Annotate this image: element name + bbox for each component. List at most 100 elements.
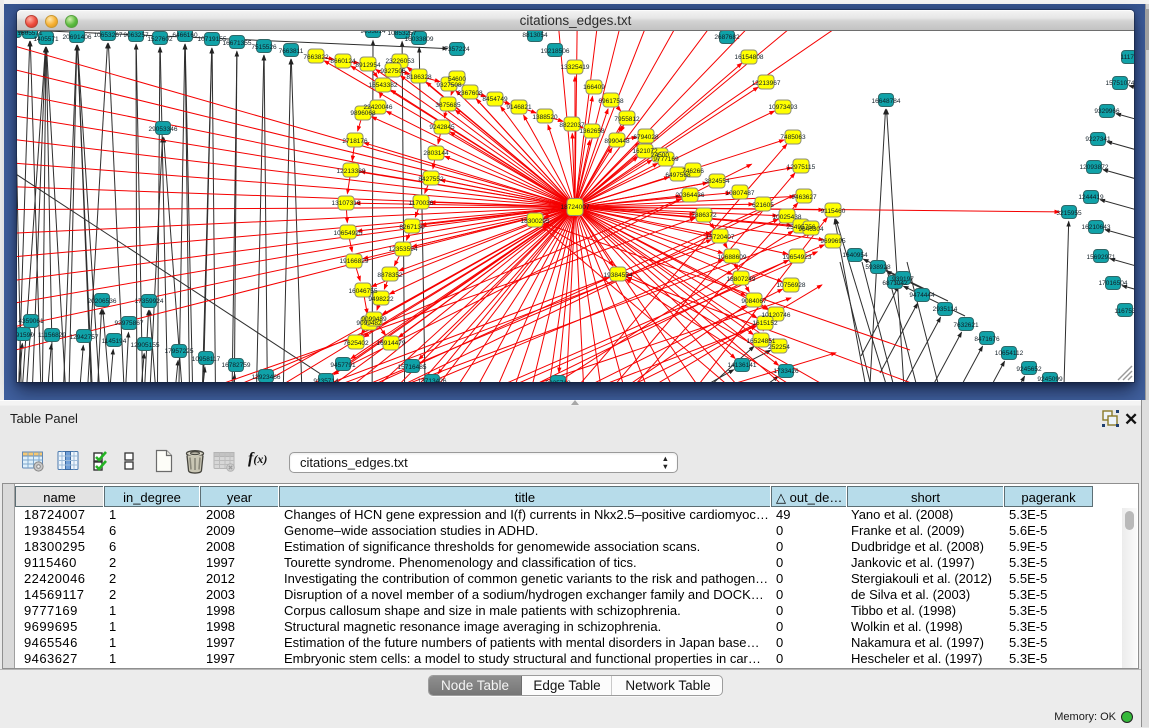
svg-text:1640954: 1640954 [842, 252, 868, 259]
svg-text:17359924: 17359924 [135, 298, 164, 305]
svg-text:16671355: 16671355 [223, 40, 252, 47]
svg-text:7625402: 7625402 [343, 340, 369, 347]
svg-text:9327508: 9327508 [436, 82, 462, 89]
svg-text:3824554: 3824554 [704, 178, 730, 185]
svg-text:12093872: 12093872 [1080, 164, 1109, 171]
svg-text:8186328: 8186328 [406, 74, 432, 81]
svg-text:16914479: 16914479 [377, 340, 406, 347]
svg-text:15751074: 15751074 [1106, 80, 1134, 87]
svg-text:2687682: 2687682 [714, 34, 740, 41]
svg-text:8813054: 8813054 [522, 32, 548, 39]
svg-text:10654925: 10654925 [334, 230, 363, 237]
svg-text:1244419: 1244419 [1078, 194, 1104, 201]
svg-text:13713426: 13713426 [418, 378, 447, 382]
svg-text:1733426: 1733426 [773, 368, 799, 375]
svg-text:7663822: 7663822 [303, 54, 329, 61]
svg-text:7886372: 7886372 [691, 212, 717, 219]
svg-text:19218506: 19218506 [541, 48, 570, 55]
svg-text:7632621: 7632621 [953, 322, 979, 329]
svg-text:391590: 391590 [17, 332, 34, 339]
svg-text:10807487: 10807487 [726, 190, 755, 197]
svg-text:9063257: 9063257 [123, 32, 149, 39]
svg-text:12942757: 12942757 [70, 334, 99, 341]
svg-text:6961758: 6961758 [598, 98, 624, 105]
svg-text:9099489: 9099489 [361, 316, 387, 323]
svg-text:116753: 116753 [1114, 308, 1134, 315]
svg-text:9474444: 9474444 [909, 292, 935, 299]
svg-text:12353594: 12353594 [389, 246, 418, 253]
svg-text:9498222: 9498222 [368, 296, 394, 303]
svg-text:2367608: 2367608 [457, 90, 483, 97]
svg-text:746266: 746266 [682, 168, 704, 175]
svg-text:10973493: 10973493 [769, 104, 798, 111]
svg-text:9329966: 9329966 [1094, 108, 1120, 115]
svg-text:8454749: 8454749 [482, 96, 508, 103]
svg-text:939197: 939197 [892, 276, 914, 283]
svg-text:20364436: 20364436 [676, 192, 705, 199]
svg-text:8912954: 8912954 [355, 62, 381, 69]
svg-text:16648784: 16648784 [872, 98, 901, 105]
svg-text:16154808: 16154808 [735, 54, 764, 61]
svg-text:9235714: 9235714 [313, 378, 339, 382]
svg-text:8267130: 8267130 [399, 224, 425, 231]
svg-text:13107316: 13107316 [332, 200, 361, 207]
svg-text:1145194: 1145194 [102, 338, 127, 345]
svg-text:10025438: 10025438 [773, 214, 802, 221]
svg-text:1388520: 1388520 [532, 114, 558, 121]
svg-text:8471676: 8471676 [974, 336, 1000, 343]
svg-text:10654112: 10654112 [995, 350, 1024, 357]
svg-text:10958117: 10958117 [192, 356, 221, 363]
svg-text:9896068: 9896068 [350, 110, 376, 117]
svg-text:16210643: 16210643 [1082, 224, 1111, 231]
svg-text:6794028: 6794028 [633, 134, 659, 141]
svg-text:1405571: 1405571 [33, 36, 59, 43]
svg-text:16543382: 16543382 [369, 82, 398, 89]
svg-text:23226053: 23226053 [386, 58, 415, 65]
svg-text:9235718: 9235718 [545, 380, 571, 382]
svg-text:19166829: 19166829 [340, 258, 369, 265]
svg-text:17016504: 17016504 [1099, 280, 1128, 287]
svg-text:19384554: 19384554 [604, 272, 633, 279]
svg-text:15716485: 15716485 [398, 364, 427, 371]
svg-text:93975867: 93975867 [115, 320, 144, 327]
svg-text:7515526: 7515526 [251, 44, 277, 51]
svg-text:9646304: 9646304 [798, 226, 824, 233]
svg-text:7955812: 7955812 [614, 116, 640, 123]
svg-text:3875685: 3875685 [435, 102, 461, 109]
svg-text:10653267: 10653267 [94, 32, 123, 39]
svg-text:621605: 621605 [752, 202, 774, 209]
svg-text:3215955: 3215955 [1056, 210, 1082, 217]
svg-text:1615152: 1615152 [752, 320, 778, 327]
svg-text:9457791: 9457791 [330, 362, 356, 369]
svg-text:15692971: 15692971 [1087, 254, 1116, 261]
svg-text:5938928: 5938928 [865, 264, 891, 271]
svg-text:10756928: 10756928 [777, 282, 806, 289]
svg-text:8878352: 8878352 [377, 272, 403, 279]
svg-text:252254: 252254 [768, 344, 790, 351]
svg-text:19654923: 19654923 [783, 254, 812, 261]
svg-text:8990448: 8990448 [604, 138, 630, 145]
svg-text:16046755: 16046755 [349, 288, 378, 295]
svg-text:9084067: 9084067 [741, 298, 767, 305]
svg-text:12923466: 12923466 [252, 374, 281, 381]
svg-text:18300295: 18300295 [521, 218, 550, 225]
svg-text:18807249: 18807249 [727, 276, 756, 283]
svg-text:12905155: 12905155 [131, 342, 160, 349]
svg-text:9242845: 9242845 [429, 124, 455, 131]
svg-text:2935114: 2935114 [933, 306, 958, 313]
svg-text:20206536: 20206536 [88, 298, 117, 305]
svg-text:2718176: 2718176 [342, 138, 368, 145]
svg-text:11156829: 11156829 [38, 332, 66, 339]
svg-text:8660124: 8660124 [330, 58, 356, 65]
svg-text:11171: 11171 [1120, 54, 1134, 61]
svg-text:1527602: 1527602 [147, 36, 173, 43]
svg-text:6466160: 6466160 [172, 32, 198, 39]
svg-text:7357224: 7357224 [444, 46, 470, 53]
svg-text:15720407: 15720407 [706, 234, 735, 241]
svg-text:12975115: 12975115 [787, 164, 816, 171]
svg-text:16782759: 16782759 [222, 362, 251, 369]
svg-text:9053814: 9053814 [360, 31, 386, 35]
svg-text:9327506: 9327506 [380, 68, 406, 75]
svg-text:54600: 54600 [448, 76, 466, 83]
svg-text:7485063: 7485063 [780, 134, 806, 141]
